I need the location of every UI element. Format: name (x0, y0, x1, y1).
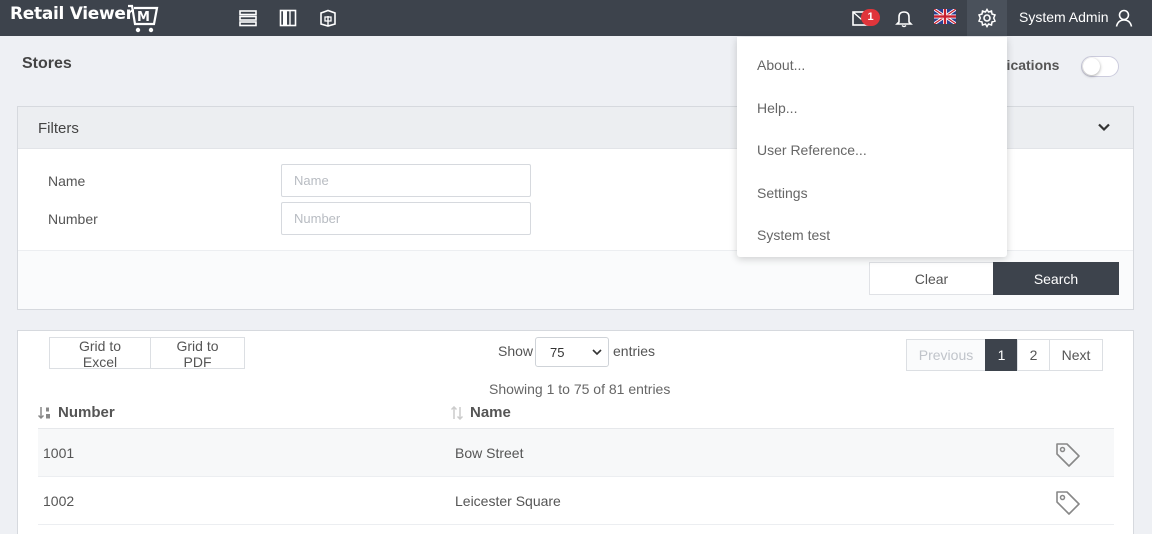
number-input[interactable] (281, 202, 531, 235)
cart-logo-icon: M (128, 4, 159, 33)
stores-grid-panel: Grid to Excel Grid to PDF Show 75 entrie… (17, 330, 1134, 534)
uk-flag-icon[interactable] (934, 9, 956, 24)
column-header-name[interactable]: Name (450, 404, 511, 421)
menu-item-settings[interactable]: Settings (757, 185, 808, 201)
store-name: Leicester Square (455, 493, 561, 509)
menu-item-about[interactable]: About... (757, 57, 805, 73)
store-name: Bow Street (455, 445, 524, 461)
filters-title: Filters (38, 120, 79, 137)
page-size-select[interactable]: 75 (535, 337, 609, 367)
notifications-toggle[interactable] (1081, 56, 1119, 77)
menu-item-help[interactable]: Help... (757, 100, 797, 116)
settings-dropdown-menu: About... Help... User Reference... Setti… (737, 37, 1007, 257)
search-button[interactable]: Search (993, 262, 1119, 295)
table-row[interactable]: 1002 Leicester Square (38, 477, 1114, 525)
store-number: 1001 (43, 445, 75, 461)
number-label: Number (48, 211, 98, 227)
column-header-number[interactable]: Number (38, 404, 115, 421)
name-label: Name (48, 173, 86, 189)
show-label: Show (498, 343, 534, 359)
logo-letter: M (137, 10, 150, 25)
sort-asc-icon (38, 407, 50, 420)
top-navbar: Retail Viewer M 1 System Admin (0, 0, 1152, 36)
app-logo[interactable]: Retail Viewer M (10, 4, 159, 33)
filters-footer: Clear Search (18, 250, 1133, 309)
pager-page-2[interactable]: 2 (1017, 339, 1050, 371)
pager-previous[interactable]: Previous (906, 339, 986, 371)
user-icon[interactable] (1114, 8, 1134, 28)
pager-page-1[interactable]: 1 (985, 339, 1018, 371)
bell-icon[interactable] (894, 8, 914, 28)
grid-to-pdf-button[interactable]: Grid to PDF (150, 337, 245, 370)
page-title: Stores (22, 55, 72, 72)
showing-info: Showing 1 to 75 of 81 entries (489, 381, 671, 397)
settings-button[interactable] (967, 0, 1007, 36)
grid-to-excel-button[interactable]: Grid to Excel (49, 337, 151, 370)
list-icon[interactable] (238, 8, 258, 28)
table-row[interactable]: 1001 Bow Street (38, 429, 1114, 477)
sort-icon (450, 406, 464, 420)
tag-icon[interactable] (1054, 489, 1082, 517)
box-icon[interactable] (318, 8, 338, 28)
menu-item-user-reference[interactable]: User Reference... (757, 142, 867, 158)
clear-button[interactable]: Clear (869, 262, 994, 295)
page-size-value: 75 (550, 345, 565, 360)
store-number: 1002 (43, 493, 75, 509)
column-header-name-label: Name (470, 404, 511, 421)
entries-label: entries (613, 343, 656, 359)
menu-item-system-test[interactable]: System test (757, 227, 830, 243)
name-input[interactable] (281, 164, 531, 197)
user-name[interactable]: System Admin (1019, 9, 1108, 25)
tag-icon[interactable] (1054, 441, 1082, 469)
app-title: Retail Viewer (10, 4, 134, 24)
notifications-label: ifications (998, 57, 1060, 73)
column-header-number-label: Number (58, 404, 115, 421)
gear-icon (977, 8, 997, 28)
chevron-down-icon (592, 349, 602, 356)
mail-count-badge: 1 (861, 9, 880, 26)
pager-next[interactable]: Next (1049, 339, 1103, 371)
chevron-down-icon[interactable] (1097, 120, 1111, 134)
columns-icon[interactable] (278, 8, 298, 28)
